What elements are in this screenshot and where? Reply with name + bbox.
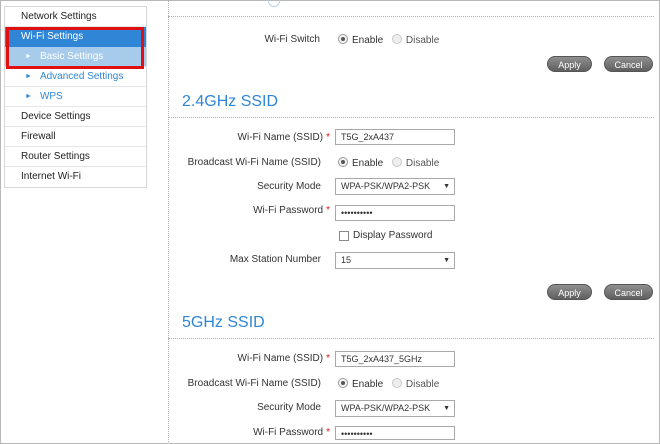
- sidebar-item-basic-settings[interactable]: ► Basic Settings: [5, 47, 146, 67]
- radio-selected-icon[interactable]: [338, 157, 348, 167]
- wifi-switch-label: Wi-Fi Switch: [264, 34, 320, 45]
- sidebar: Network Settings Wi-Fi Settings ► Basic S…: [4, 6, 147, 188]
- sidebar-item-wps[interactable]: ► WPS: [5, 87, 146, 107]
- sidebar-item-router-settings[interactable]: Router Settings: [5, 147, 146, 167]
- wifi-switch-disable-option[interactable]: Disable: [391, 34, 439, 46]
- security-mode-label: Security Mode: [257, 181, 321, 192]
- broadcast-enable-option[interactable]: Enable: [338, 378, 383, 390]
- radio-unselected-icon[interactable]: [391, 157, 402, 167]
- wifi-password-input[interactable]: ••••••••••: [335, 205, 455, 221]
- wifi-switch-radios: Enable Disable: [338, 34, 439, 46]
- sidebar-item-network-settings[interactable]: Network Settings: [5, 7, 146, 27]
- wifi-switch-enable-option[interactable]: Enable: [338, 34, 383, 46]
- cancel-button[interactable]: Cancel: [604, 284, 653, 300]
- max-station-select[interactable]: 15 ▼: [335, 252, 455, 269]
- max-station-label: Max Station Number: [229, 254, 321, 265]
- sidebar-item-label: Advanced Settings: [39, 71, 124, 82]
- radio-selected-icon[interactable]: [338, 34, 348, 44]
- sidebar-item-wifi-settings[interactable]: Wi-Fi Settings: [5, 27, 146, 47]
- wifi-password-label: Wi-Fi Password *: [253, 427, 330, 438]
- chevron-right-icon: ►: [25, 93, 32, 100]
- display-password-checkbox[interactable]: [339, 231, 349, 241]
- section-title-24ghz: 2.4GHz SSID: [182, 93, 279, 110]
- broadcast-enable-option[interactable]: Enable: [338, 157, 383, 169]
- section-title-5ghz: 5GHz SSID: [182, 314, 265, 331]
- broadcast-radios: Enable Disable: [338, 157, 439, 169]
- chevron-right-icon: ►: [25, 73, 32, 80]
- sidebar-item-firewall[interactable]: Firewall: [5, 127, 146, 147]
- section-divider: [168, 117, 654, 118]
- broadcast-disable-option[interactable]: Disable: [391, 157, 439, 169]
- radio-selected-icon[interactable]: [338, 378, 348, 388]
- sidebar-item-label: WPS: [39, 91, 63, 102]
- ssid-name-label: Wi-Fi Name (SSID) *: [237, 132, 330, 143]
- sidebar-item-label: Firewall: [21, 131, 56, 142]
- sidebar-item-label: Internet Wi-Fi: [21, 171, 82, 182]
- sidebar-item-advanced-settings[interactable]: ► Advanced Settings: [5, 67, 146, 87]
- sidebar-item-label: Network Settings: [21, 11, 97, 22]
- chevron-down-icon: ▼: [443, 405, 450, 412]
- broadcast-ssid-label: Broadcast Wi-Fi Name (SSID): [187, 157, 321, 168]
- sidebar-item-device-settings[interactable]: Device Settings: [5, 107, 146, 127]
- security-mode-select[interactable]: WPA-PSK/WPA2-PSK ▼: [335, 400, 455, 417]
- content-divider: [168, 0, 169, 444]
- ssid-name-label: Wi-Fi Name (SSID) *: [237, 353, 330, 364]
- security-mode-label: Security Mode: [257, 402, 321, 413]
- chevron-right-icon: ►: [25, 53, 32, 60]
- ssid-name-input[interactable]: T5G_2xA437_5GHz: [335, 351, 455, 367]
- radio-unselected-icon[interactable]: [391, 378, 402, 388]
- display-password-label: Display Password: [353, 230, 433, 241]
- section-divider: [168, 338, 654, 339]
- sidebar-item-label: Wi-Fi Settings: [21, 31, 84, 42]
- radio-unselected-icon[interactable]: [391, 34, 402, 44]
- sidebar-item-label: Router Settings: [21, 151, 90, 162]
- chevron-down-icon: ▼: [443, 257, 450, 264]
- apply-button[interactable]: Apply: [547, 56, 592, 72]
- cancel-button[interactable]: Cancel: [604, 56, 653, 72]
- broadcast-disable-option[interactable]: Disable: [391, 378, 439, 390]
- chevron-down-icon: ▼: [443, 183, 450, 190]
- section-divider: [168, 16, 654, 17]
- sidebar-item-label: Device Settings: [21, 111, 91, 122]
- broadcast-radios: Enable Disable: [338, 378, 439, 390]
- broadcast-ssid-label: Broadcast Wi-Fi Name (SSID): [187, 378, 321, 389]
- sidebar-item-label: Basic Settings: [39, 51, 104, 62]
- apply-button[interactable]: Apply: [547, 284, 592, 300]
- wifi-password-label: Wi-Fi Password *: [253, 205, 330, 216]
- wifi-password-input[interactable]: ••••••••••: [335, 426, 455, 440]
- ssid-name-input[interactable]: T5G_2xA437: [335, 129, 455, 145]
- security-mode-select[interactable]: WPA-PSK/WPA2-PSK ▼: [335, 178, 455, 195]
- sidebar-item-internet-wifi[interactable]: Internet Wi-Fi: [5, 167, 146, 187]
